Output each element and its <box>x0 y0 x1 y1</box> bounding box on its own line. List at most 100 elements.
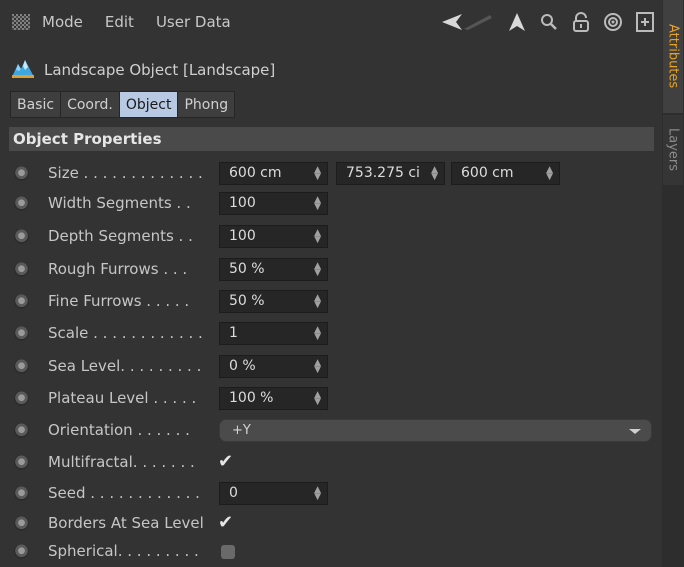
scale-field[interactable]: 1 ▲ ▼ <box>219 322 328 345</box>
animate-radio-icon[interactable] <box>14 391 29 406</box>
property-label: Multifractal. . . . . . . <box>48 453 195 471</box>
property-row-sea-level: Sea Level. . . . . . . . . 0 % ▲ ▼ <box>0 352 662 380</box>
tab-layers[interactable]: Layers <box>663 115 683 185</box>
size-z-value: 600 cm <box>461 165 514 181</box>
width-segments-field[interactable]: 100 ▲ ▼ <box>219 192 328 215</box>
animate-radio-icon[interactable] <box>14 455 29 470</box>
field-value: 50 % <box>229 293 265 309</box>
checkmark-icon[interactable]: ✔ <box>218 512 233 533</box>
plateau-level-field[interactable]: 100 % ▲ ▼ <box>219 387 328 410</box>
size-y-value: 753.275 ci <box>346 165 420 181</box>
property-row-multifractal: Multifractal. . . . . . . ✔ <box>0 448 662 476</box>
spinner-arrows-icon[interactable]: ▲ ▼ <box>314 229 321 245</box>
animate-radio-icon[interactable] <box>14 423 29 438</box>
unchecked-checkbox[interactable] <box>221 545 235 559</box>
animate-radio-icon[interactable] <box>14 294 29 309</box>
object-title: Landscape Object [Landscape] <box>44 61 276 79</box>
tab-object[interactable]: Object <box>118 91 178 118</box>
spinner-arrows-icon[interactable]: ▲ ▼ <box>546 166 553 182</box>
animate-radio-icon[interactable] <box>14 486 29 501</box>
property-label: Width Segments . . <box>48 194 191 212</box>
spinner-arrows-icon[interactable]: ▲ ▼ <box>314 391 321 407</box>
dropdown-value: +Y <box>232 423 251 438</box>
animate-radio-icon[interactable] <box>14 326 29 341</box>
search-icon[interactable] <box>538 11 560 33</box>
spinner-arrows-icon[interactable]: ▲ ▼ <box>314 359 321 375</box>
new-panel-icon[interactable] <box>634 11 656 33</box>
pointer-arrow-icon[interactable] <box>506 11 528 33</box>
lock-icon[interactable] <box>570 11 592 33</box>
size-z-field[interactable]: 600 cm ▲ ▼ <box>451 162 560 185</box>
field-value: 1 <box>229 325 238 341</box>
spinner-arrows-icon[interactable]: ▲ ▼ <box>314 166 321 182</box>
toolbar <box>440 11 656 33</box>
property-row-borders-at-sea-level: Borders At Sea Level ✔ <box>0 509 662 537</box>
fine-furrows-field[interactable]: 50 % ▲ ▼ <box>219 290 328 313</box>
property-label: Scale . . . . . . . . . . . . <box>48 324 203 342</box>
attribute-manager: Mode Edit User Data Landscape Object [La… <box>0 0 684 567</box>
property-row-size: Size . . . . . . . . . . . . . 600 cm ▲ ▼ … <box>0 159 662 187</box>
animate-radio-icon[interactable] <box>14 229 29 244</box>
spinner-arrows-icon[interactable]: ▲ ▼ <box>314 294 321 310</box>
property-label: Borders At Sea Level <box>48 514 204 532</box>
section-header[interactable]: Object Properties <box>9 127 654 151</box>
property-label: Depth Segments . . <box>48 227 193 245</box>
tab-phong[interactable]: Phong <box>177 91 236 118</box>
animate-radio-icon[interactable] <box>14 166 29 181</box>
spinner-arrows-icon[interactable]: ▲ ▼ <box>314 196 321 212</box>
tab-attributes-label: Attributes <box>665 24 681 89</box>
tab-attributes[interactable]: Attributes <box>663 0 683 113</box>
property-label: Orientation . . . . . . <box>48 421 190 439</box>
size-x-field[interactable]: 600 cm ▲ ▼ <box>219 162 328 185</box>
field-value: 0 % <box>229 358 256 374</box>
property-label: Sea Level. . . . . . . . . <box>48 357 202 375</box>
animate-radio-icon[interactable] <box>14 516 29 531</box>
property-row-scale: Scale . . . . . . . . . . . . 1 ▲ ▼ <box>0 319 662 347</box>
property-row-orientation: Orientation . . . . . . +Y <box>0 416 662 444</box>
depth-segments-field[interactable]: 100 ▲ ▼ <box>219 225 328 248</box>
sea-level-field[interactable]: 0 % ▲ ▼ <box>219 355 328 378</box>
seed-field[interactable]: 0 ▲ ▼ <box>219 482 328 505</box>
back-arrow-icon[interactable] <box>440 11 496 33</box>
animate-radio-icon[interactable] <box>14 262 29 277</box>
property-row-plateau-level: Plateau Level . . . . . 100 % ▲ ▼ <box>0 384 662 412</box>
tab-layers-label: Layers <box>665 128 681 172</box>
animate-radio-icon[interactable] <box>14 544 29 559</box>
tab-bar: Basic Coord. Object Phong <box>10 91 236 118</box>
property-label: Seed . . . . . . . . . . . . <box>48 484 200 502</box>
menu-user-data[interactable]: User Data <box>156 13 231 31</box>
orientation-dropdown[interactable]: +Y <box>219 419 652 442</box>
menu-mode[interactable]: Mode <box>42 13 83 31</box>
animate-radio-icon[interactable] <box>14 196 29 211</box>
field-value: 100 <box>229 228 256 244</box>
animate-radio-icon[interactable] <box>14 359 29 374</box>
landscape-icon <box>12 58 34 82</box>
property-label: Spherical. . . . . . . . . <box>48 542 199 560</box>
field-value: 50 % <box>229 261 265 277</box>
grip-handle-icon[interactable] <box>12 14 30 30</box>
property-label: Rough Furrows . . . <box>48 260 188 278</box>
object-title-row: Landscape Object [Landscape] <box>12 57 275 83</box>
size-y-field[interactable]: 753.275 ci ▲ ▼ <box>336 162 445 185</box>
spinner-arrows-icon[interactable]: ▲ ▼ <box>314 262 321 278</box>
property-row-fine-furrows: Fine Furrows . . . . . 50 % ▲ ▼ <box>0 287 662 315</box>
property-row-rough-furrows: Rough Furrows . . . 50 % ▲ ▼ <box>0 255 662 283</box>
property-row-width-segments: Width Segments . . 100 ▲ ▼ <box>0 189 662 217</box>
property-row-depth-segments: Depth Segments . . 100 ▲ ▼ <box>0 222 662 250</box>
attributes-panel: Mode Edit User Data Landscape Object [La… <box>0 0 662 567</box>
checkmark-icon[interactable]: ✔ <box>218 451 233 472</box>
spinner-arrows-icon[interactable]: ▲ ▼ <box>314 486 321 502</box>
property-row-spherical: Spherical. . . . . . . . . <box>0 537 662 565</box>
chevron-down-icon <box>629 429 641 434</box>
rough-furrows-field[interactable]: 50 % ▲ ▼ <box>219 258 328 281</box>
tab-coord[interactable]: Coord. <box>60 91 119 118</box>
tab-basic[interactable]: Basic <box>10 91 61 118</box>
field-value: 100 % <box>229 390 274 406</box>
spinner-arrows-icon[interactable]: ▲ ▼ <box>314 326 321 342</box>
spinner-arrows-icon[interactable]: ▲ ▼ <box>431 166 438 182</box>
property-label: Size . . . . . . . . . . . . . <box>48 164 203 182</box>
target-icon[interactable] <box>602 11 624 33</box>
property-label: Fine Furrows . . . . . <box>48 292 190 310</box>
menu-edit[interactable]: Edit <box>105 13 134 31</box>
field-value: 100 <box>229 195 256 211</box>
